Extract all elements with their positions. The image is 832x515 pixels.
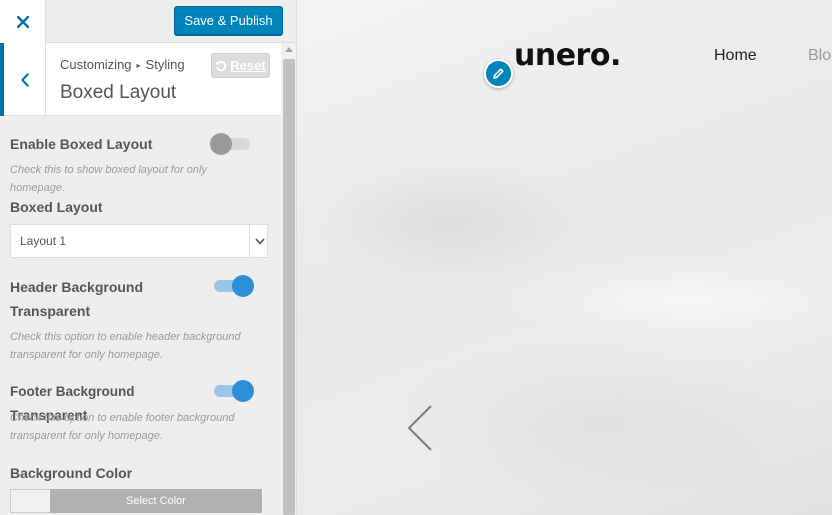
breadcrumb-child: Styling bbox=[145, 57, 185, 72]
edit-shortcut-button[interactable] bbox=[484, 59, 513, 88]
nav-item-home[interactable]: Home bbox=[714, 47, 757, 65]
background-color-label: Background Color bbox=[10, 465, 133, 481]
back-button[interactable] bbox=[0, 43, 46, 116]
boxed-layout-select[interactable]: Layout 1 bbox=[10, 224, 268, 258]
reset-label: Reset bbox=[230, 58, 266, 73]
toggle-knob bbox=[232, 380, 254, 402]
undo-icon bbox=[216, 60, 227, 71]
boxed-layout-selected-value: Layout 1 bbox=[20, 234, 67, 248]
reset-button[interactable]: Reset bbox=[211, 53, 270, 78]
customizer-sidebar: Save & Publish Customizing ▸ Styling Boxed… bbox=[0, 0, 297, 515]
footer-transparent-toggle[interactable] bbox=[212, 379, 254, 403]
pencil-icon bbox=[493, 68, 504, 79]
close-icon bbox=[16, 15, 29, 28]
header-transparent-label: Header Background Transparent bbox=[10, 279, 144, 319]
scrollbar-thumb[interactable] bbox=[283, 59, 295, 515]
footer-transparent-description: Check this option to enable footer backg… bbox=[10, 412, 235, 442]
toggle-knob bbox=[232, 275, 254, 297]
nav-item-blog[interactable]: Blo bbox=[808, 47, 831, 65]
breadcrumb: Customizing ▸ Styling bbox=[60, 57, 185, 72]
toggle-knob bbox=[210, 133, 232, 155]
select-color-button[interactable]: Select Color bbox=[10, 489, 262, 513]
close-customizer-button[interactable] bbox=[0, 0, 46, 43]
section-header: Customizing ▸ Styling Boxed Layout Reset bbox=[0, 43, 281, 116]
enable-boxed-layout-description: Check this to show boxed layout for only… bbox=[10, 164, 207, 194]
section-title: Boxed Layout bbox=[60, 82, 177, 103]
customizer-header: Save & Publish bbox=[0, 0, 296, 43]
breadcrumb-separator-icon: ▸ bbox=[136, 61, 141, 70]
site-preview: unero. Home Blo bbox=[297, 0, 832, 515]
save-publish-button[interactable]: Save & Publish bbox=[174, 6, 283, 35]
boxed-layout-label: Boxed Layout bbox=[10, 199, 103, 215]
sidebar-scrollbar[interactable] bbox=[281, 43, 296, 515]
site-logo[interactable]: unero. bbox=[514, 38, 621, 73]
select-color-label: Select Color bbox=[50, 489, 262, 513]
slider-prev-arrow-icon[interactable] bbox=[405, 402, 435, 454]
enable-boxed-layout-toggle[interactable] bbox=[210, 132, 252, 156]
header-transparent-toggle[interactable] bbox=[212, 274, 254, 298]
breadcrumb-parent: Customizing bbox=[60, 57, 132, 72]
chevron-left-icon bbox=[20, 72, 29, 87]
header-transparent-description: Check this option to enable header backg… bbox=[10, 331, 241, 361]
chevron-down-icon bbox=[249, 225, 269, 257]
color-swatch bbox=[10, 489, 50, 513]
enable-boxed-layout-label: Enable Boxed Layout bbox=[10, 136, 153, 152]
scroll-up-arrow-icon[interactable] bbox=[285, 47, 293, 52]
